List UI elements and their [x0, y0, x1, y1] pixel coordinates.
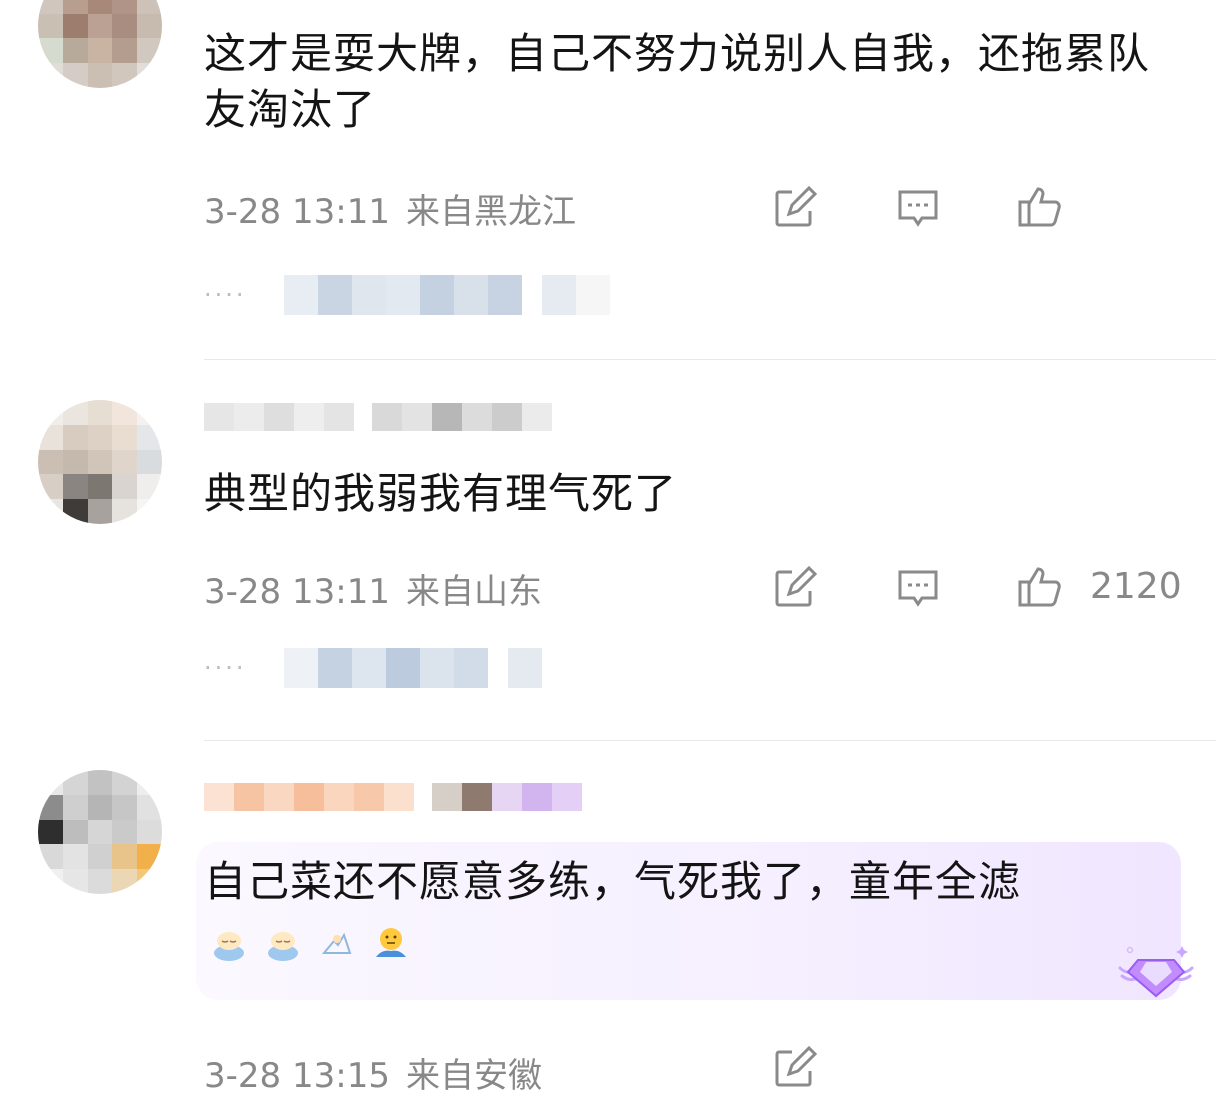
comment-meta: 3-28 13:11 来自山东	[204, 564, 558, 613]
avatar[interactable]	[38, 400, 162, 524]
shrug-emoji-icon	[376, 928, 406, 957]
thumbs-up-icon	[1018, 567, 1061, 607]
comment-time: 3-28 13:11	[204, 192, 390, 232]
comment-meta: 3-28 13:15 来自安徽	[204, 1048, 558, 1097]
edit-icon	[775, 1045, 818, 1087]
comment-item: 典型的我弱我有理气死了 3-28 13:11 来自山东 2120 ····	[0, 360, 1216, 740]
gem-badge-icon	[1118, 946, 1194, 998]
comment-icon	[898, 570, 938, 607]
comment-text: 这才是耍大牌，自己不努力说别人自我，还拖累队友淘汰了	[204, 29, 1151, 134]
reply-ellipsis: ····	[204, 281, 247, 309]
reply-preview[interactable]: ····	[204, 270, 610, 320]
reply-ellipsis: ····	[204, 654, 247, 682]
comment-text: 典型的我弱我有理气死了	[204, 469, 678, 518]
thumbs-up-icon	[1018, 187, 1061, 227]
username-blurred[interactable]	[204, 780, 582, 814]
reply-preview[interactable]: ····	[204, 643, 542, 693]
username-blurred[interactable]	[204, 400, 552, 434]
repost-button[interactable]	[766, 1040, 822, 1096]
avatar[interactable]	[38, 770, 162, 894]
comment-location: 来自安徽	[405, 1056, 542, 1096]
like-button[interactable]	[1012, 178, 1068, 234]
comment-meta: 3-28 13:11 来自黑龙江	[204, 184, 592, 233]
repost-button[interactable]	[766, 180, 822, 236]
avatar[interactable]	[38, 0, 162, 88]
comment-item: 自己菜还不愿意多练，气死我了，童年全滤 3-28 13:15 来自安徽	[0, 740, 1216, 1110]
comment-button[interactable]	[890, 180, 946, 236]
reply-preview-blur	[284, 275, 610, 315]
like-button[interactable]	[1012, 558, 1068, 614]
like-count: 2120	[1090, 566, 1182, 607]
emoji-row	[210, 925, 410, 963]
bowing-emoji-icon	[214, 932, 244, 961]
comment-button[interactable]	[890, 560, 946, 616]
comment-location: 来自黑龙江	[405, 192, 576, 232]
comment-time: 3-28 13:15	[204, 1056, 390, 1096]
crying-emoji-icon	[321, 932, 352, 954]
comment-item: 这才是耍大牌，自己不努力说别人自我，还拖累队友淘汰了 3-28 13:11 来自黑…	[0, 0, 1216, 360]
reply-preview-blur	[284, 648, 542, 688]
comment-text: 自己菜还不愿意多练，气死我了，童年全滤	[204, 857, 1022, 906]
edit-icon	[775, 565, 818, 607]
bowing-emoji-icon	[268, 932, 298, 961]
comment-location: 来自山东	[405, 572, 542, 612]
comment-time: 3-28 13:11	[204, 572, 390, 612]
edit-icon	[775, 185, 818, 227]
comment-icon	[898, 190, 938, 227]
repost-button[interactable]	[766, 560, 822, 616]
